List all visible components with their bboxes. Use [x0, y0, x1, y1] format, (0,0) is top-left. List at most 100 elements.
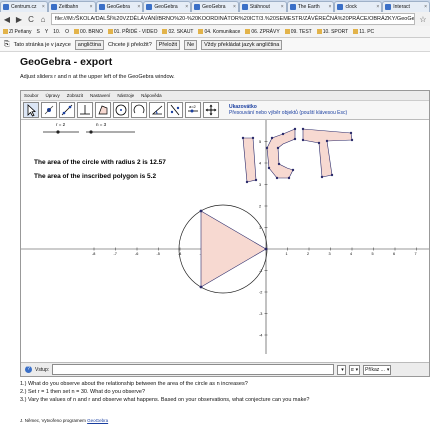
browser-tab[interactable]: GeoGebra ×: [143, 1, 192, 12]
letter-vertex[interactable]: [265, 146, 269, 150]
letter-vertex[interactable]: [281, 132, 285, 136]
menu-settings[interactable]: Nastavení: [90, 93, 110, 98]
bookmark-item[interactable]: 01. PŘIDÉ - VIDEO: [107, 29, 157, 35]
letter-vertex[interactable]: [245, 180, 249, 184]
angle-tool-icon[interactable]: [149, 102, 165, 118]
slider-n-handle[interactable]: [89, 130, 93, 134]
menu-help[interactable]: Nápověda: [141, 93, 162, 98]
bookmark-item[interactable]: Zl Peňany: [3, 29, 32, 35]
language-select[interactable]: angličtina: [74, 39, 105, 50]
bookmark-item[interactable]: 04. Komunikace: [198, 29, 240, 35]
address-bar[interactable]: file:///M:/ŠKOLA/DALŠÍ%20VZDĚLÁVÁNÍ/BRNO…: [51, 13, 415, 25]
browser-tab[interactable]: Stáhnout ×: [238, 1, 287, 12]
close-icon[interactable]: ×: [90, 4, 93, 10]
letter-vertex[interactable]: [301, 138, 305, 142]
bookmark-item[interactable]: 02. SKAUT: [162, 29, 193, 35]
star-icon[interactable]: ☆: [419, 15, 427, 24]
close-icon[interactable]: ×: [376, 4, 379, 10]
letter-vertex[interactable]: [275, 176, 279, 180]
line-tool-icon[interactable]: [59, 102, 75, 118]
slider-tool-icon[interactable]: a=2: [185, 102, 201, 118]
letter-vertex[interactable]: [251, 136, 255, 140]
bookmark-item[interactable]: 11. PC: [353, 29, 374, 35]
footer: J. Němec, Vytvořeno programem GeoGebra: [20, 418, 108, 423]
browser-tab[interactable]: clock ×: [334, 1, 383, 12]
move-tool-icon[interactable]: [23, 102, 39, 118]
perpendicular-tool-icon[interactable]: [77, 102, 93, 118]
close-icon[interactable]: ×: [281, 4, 284, 10]
close-icon[interactable]: ×: [185, 4, 188, 10]
x-tick-label: -5: [157, 252, 160, 256]
letter-vertex[interactable]: [287, 176, 291, 180]
close-icon[interactable]: ×: [137, 4, 140, 10]
no-button[interactable]: Ne: [184, 39, 198, 50]
bookmark-item[interactable]: 06. ZPRÁVY: [245, 29, 280, 35]
letter-vertex[interactable]: [270, 136, 274, 140]
tab-label: GeoGebra: [106, 4, 130, 10]
letter-vertex[interactable]: [293, 137, 297, 141]
browser-tab[interactable]: The Earth ×: [286, 1, 335, 12]
bookmark-item[interactable]: 10. SPORT: [316, 29, 348, 35]
browser-tab[interactable]: Zeitbahn ×: [47, 1, 96, 12]
inscribed-triangle[interactable]: [200, 210, 267, 288]
arc-tool-icon[interactable]: [131, 102, 147, 118]
input-field[interactable]: [52, 364, 335, 375]
browser-tab[interactable]: GeoGebra ×: [191, 1, 239, 12]
letter-c-polygon[interactable]: [266, 128, 296, 179]
command-select[interactable]: Příkaz ... ▾: [363, 364, 392, 375]
letter-vertex[interactable]: [293, 127, 297, 131]
geogebra-link[interactable]: GeoGebra: [87, 418, 108, 423]
letter-t-polygon[interactable]: [302, 128, 353, 178]
greek-select[interactable]: α ▾: [348, 364, 361, 375]
always-translate-button[interactable]: Vždy překládat jazyk angličtina: [201, 39, 283, 50]
close-icon[interactable]: ×: [42, 4, 45, 10]
letter-vertex[interactable]: [276, 146, 280, 150]
polygon-vertex[interactable]: [199, 209, 203, 213]
letter-i-polygon[interactable]: [242, 137, 257, 183]
menu-view[interactable]: Zobrazit: [67, 93, 83, 98]
letter-vertex[interactable]: [330, 173, 334, 177]
bookmark-item[interactable]: Y: [45, 29, 48, 35]
close-icon[interactable]: ×: [329, 4, 332, 10]
bookmark-item[interactable]: 00. BRNO: [74, 29, 103, 35]
letter-vertex[interactable]: [320, 175, 324, 179]
symbol-select[interactable]: ▾: [337, 364, 346, 375]
letter-vertex[interactable]: [277, 162, 281, 166]
bookmark-item[interactable]: 09. TEST: [284, 29, 312, 35]
home-icon[interactable]: ⌂: [39, 15, 47, 24]
letter-vertex[interactable]: [325, 139, 329, 143]
bookmark-item[interactable]: 10.: [53, 29, 60, 35]
letter-vertex[interactable]: [317, 141, 321, 145]
slider-r-handle[interactable]: [56, 130, 60, 134]
browser-tab[interactable]: Interact ×: [382, 1, 430, 12]
move-view-tool-icon[interactable]: [203, 102, 219, 118]
graphics-view[interactable]: -8-7-6-5-4-3-2-1123456789 54321-1-2-3-4-…: [21, 120, 429, 354]
polygon-vertex[interactable]: [264, 247, 268, 251]
browser-tab[interactable]: Centrum.cz ×: [0, 1, 48, 12]
browser-tab[interactable]: GeoGebra ×: [95, 1, 144, 12]
polygon-vertex[interactable]: [199, 285, 203, 289]
letter-vertex[interactable]: [291, 168, 295, 172]
letter-vertex[interactable]: [267, 166, 271, 170]
menu-edit[interactable]: Úpravy: [46, 93, 60, 98]
forward-icon[interactable]: ▶: [15, 15, 23, 24]
letter-vertex[interactable]: [254, 178, 258, 182]
letter-vertex[interactable]: [241, 136, 245, 140]
reflect-tool-icon[interactable]: [167, 102, 183, 118]
translate-button[interactable]: Přeložit: [155, 39, 181, 50]
letter-vertex[interactable]: [350, 138, 354, 142]
back-icon[interactable]: ◀: [3, 15, 11, 24]
polygon-tool-icon[interactable]: [95, 102, 111, 118]
menu-file[interactable]: Soubor: [24, 93, 39, 98]
letter-vertex[interactable]: [301, 127, 305, 131]
circle-tool-icon[interactable]: [113, 102, 129, 118]
bookmark-item[interactable]: S: [37, 29, 40, 35]
menu-tools[interactable]: Nástroje: [117, 93, 134, 98]
close-icon[interactable]: ×: [424, 4, 427, 10]
close-icon[interactable]: ×: [233, 4, 236, 10]
reload-icon[interactable]: C: [27, 15, 35, 24]
letter-vertex[interactable]: [349, 131, 353, 135]
point-tool-icon[interactable]: [41, 102, 57, 118]
bookmark-item[interactable]: O: [65, 29, 69, 35]
help-icon[interactable]: ?: [25, 366, 32, 373]
